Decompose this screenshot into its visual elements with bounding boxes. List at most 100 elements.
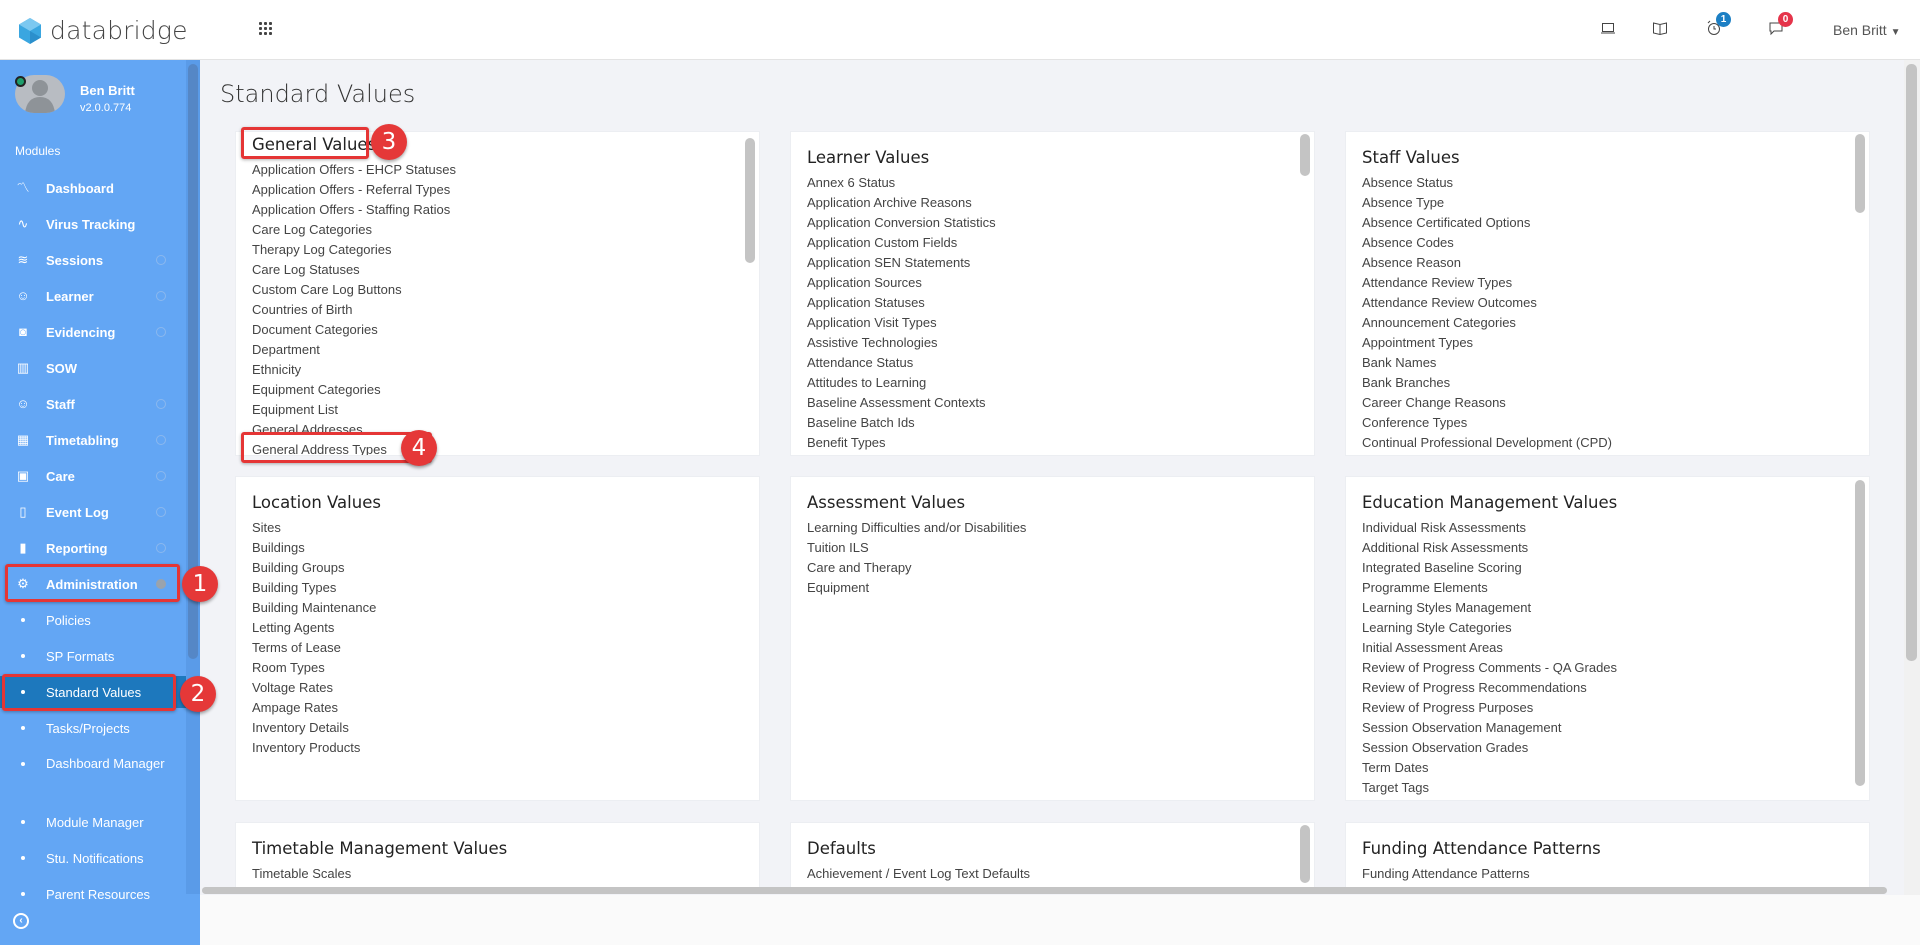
list-item[interactable]: Programme Elements — [1362, 578, 1869, 598]
list-item[interactable]: Review of Progress Purposes — [1362, 698, 1869, 718]
list-item[interactable]: Absence Certificated Options — [1362, 213, 1869, 233]
list-item[interactable]: Bank Names — [1362, 353, 1869, 373]
list-item[interactable]: Application Sources — [807, 273, 1314, 293]
list-item[interactable]: Review of Progress Comments - QA Grades — [1362, 658, 1869, 678]
sidebar-item-reporting[interactable]: ▮ Reporting — [0, 532, 186, 564]
list-item[interactable]: Voltage Rates — [252, 678, 759, 698]
list-item[interactable]: Inventory Details — [252, 718, 759, 738]
list-item[interactable]: Achievement / Event Log Text Defaults — [807, 864, 1314, 884]
list-item[interactable]: Initial Assessment Areas — [1362, 638, 1869, 658]
list-item[interactable]: Custom Care Log Buttons — [252, 280, 759, 300]
list-item[interactable]: Building Maintenance — [252, 598, 759, 618]
sidebar-item-evidencing[interactable]: ◙ Evidencing — [0, 316, 186, 348]
list-item[interactable]: Application Conversion Statistics — [807, 213, 1314, 233]
logo[interactable]: databridge — [18, 16, 188, 45]
list-item[interactable]: Absence Status — [1362, 173, 1869, 193]
list-item[interactable]: Additional Risk Assessments — [1362, 538, 1869, 558]
card-scrollbar[interactable] — [1855, 480, 1865, 786]
card-scrollbar[interactable] — [1300, 825, 1310, 883]
sidebar-subitem-tasks-projects[interactable]: Tasks/Projects — [0, 712, 186, 744]
card-scrollbar[interactable] — [1300, 134, 1310, 176]
list-item[interactable]: Building Groups — [252, 558, 759, 578]
list-item[interactable]: Document Categories — [252, 320, 759, 340]
list-item[interactable]: Buildings — [252, 538, 759, 558]
list-item[interactable]: Session Observation Grades — [1362, 738, 1869, 758]
list-item[interactable]: Announcement Categories — [1362, 313, 1869, 333]
list-item[interactable]: Integrated Baseline Scoring — [1362, 558, 1869, 578]
sidebar-item-sow[interactable]: ▥ SOW — [0, 352, 186, 384]
list-item[interactable]: Learning Difficulties and/or Disabilitie… — [807, 518, 1314, 538]
sidebar-item-care[interactable]: ▣ Care — [0, 460, 186, 492]
card-scrollbar[interactable] — [1855, 134, 1865, 213]
list-item[interactable]: Equipment — [807, 578, 1314, 598]
user-menu[interactable]: Ben Britt ▼ — [1833, 22, 1901, 38]
list-item[interactable]: Application Archive Reasons — [807, 193, 1314, 213]
list-item[interactable]: Learning Style Categories — [1362, 618, 1869, 638]
sidebar-subitem-stu-notifications[interactable]: Stu. Notifications — [0, 842, 186, 874]
list-item[interactable]: Department — [252, 340, 759, 360]
list-item[interactable]: Individual Risk Assessments — [1362, 518, 1869, 538]
list-item[interactable]: Care Log Categories — [252, 220, 759, 240]
collapse-sidebar-icon[interactable]: ‹ — [13, 913, 29, 929]
list-item[interactable]: Attitudes to Learning — [807, 373, 1314, 393]
list-item[interactable]: Therapy Log Categories — [252, 240, 759, 260]
list-item[interactable]: Ethnicity — [252, 360, 759, 380]
list-item[interactable]: Countries of Birth — [252, 300, 759, 320]
list-item[interactable]: Baseline Batch Ids — [807, 413, 1314, 433]
sidebar-subitem-dashboard-manager[interactable]: Dashboard Manager — [0, 748, 186, 800]
list-item[interactable]: Terms of Lease — [252, 638, 759, 658]
list-item[interactable]: Funding Attendance Patterns — [1362, 864, 1869, 884]
list-item[interactable]: Continual Professional Development (CPD) — [1362, 433, 1869, 453]
laptop-icon[interactable] — [1600, 20, 1620, 40]
list-item[interactable]: Baseline Assessment Contexts — [807, 393, 1314, 413]
list-item[interactable]: Application Visit Types — [807, 313, 1314, 333]
list-item[interactable]: Attendance Status — [807, 353, 1314, 373]
list-item[interactable]: Application SEN Statements — [807, 253, 1314, 273]
list-item[interactable]: Application Offers - Referral Types — [252, 180, 759, 200]
horizontal-scrollbar[interactable] — [202, 887, 1887, 894]
list-item[interactable]: Equipment Categories — [252, 380, 759, 400]
list-item[interactable]: Benefit Types — [807, 433, 1314, 453]
sidebar-item-timetabling[interactable]: ▦ Timetabling — [0, 424, 186, 456]
sidebar-subitem-module-manager[interactable]: Module Manager — [0, 806, 186, 838]
sidebar-item-event-log[interactable]: ▯ Event Log — [0, 496, 186, 528]
sidebar-item-learner[interactable]: ☺ Learner — [0, 280, 186, 312]
card-scrollbar[interactable] — [745, 138, 755, 263]
sidebar-item-staff[interactable]: ☺ Staff — [0, 388, 186, 420]
list-item[interactable]: Equipment List — [252, 400, 759, 420]
list-item[interactable]: Term Dates — [1362, 758, 1869, 778]
list-item[interactable]: Appointment Types — [1362, 333, 1869, 353]
sidebar-subitem-policies[interactable]: Policies — [0, 604, 186, 636]
list-item[interactable]: Annex 6 Status — [807, 173, 1314, 193]
list-item[interactable]: Absence Reason — [1362, 253, 1869, 273]
list-item[interactable]: Room Types — [252, 658, 759, 678]
sidebar-subitem-parent-resources[interactable]: Parent Resources — [0, 878, 186, 910]
apps-grid-icon[interactable] — [259, 22, 273, 36]
list-item[interactable]: Conference Types — [1362, 413, 1869, 433]
list-item[interactable]: Building Types — [252, 578, 759, 598]
list-item[interactable]: Ampage Rates — [252, 698, 759, 718]
list-item[interactable]: Assistive Technologies — [807, 333, 1314, 353]
book-icon[interactable] — [1652, 20, 1672, 40]
list-item[interactable]: Care Log Statuses — [252, 260, 759, 280]
list-item[interactable]: Application Custom Fields — [807, 233, 1314, 253]
list-item[interactable]: Review of Progress Recommendations — [1362, 678, 1869, 698]
list-item[interactable]: Sites — [252, 518, 759, 538]
sidebar-item-virus-tracking[interactable]: ∿ Virus Tracking — [0, 208, 186, 240]
list-item[interactable]: Learning Styles Management — [1362, 598, 1869, 618]
list-item[interactable]: Letting Agents — [252, 618, 759, 638]
list-item[interactable]: Attendance Review Outcomes — [1362, 293, 1869, 313]
sidebar-subitem-sp-formats[interactable]: SP Formats — [0, 640, 186, 672]
list-item[interactable]: Absence Codes — [1362, 233, 1869, 253]
list-item[interactable]: Session Observation Management — [1362, 718, 1869, 738]
chat-icon[interactable]: 0 — [1768, 12, 1793, 40]
list-item[interactable]: Target Tags — [1362, 778, 1869, 798]
list-item[interactable]: Inventory Products — [252, 738, 759, 758]
list-item[interactable]: Attendance Review Types — [1362, 273, 1869, 293]
list-item[interactable]: Care and Therapy — [807, 558, 1314, 578]
list-item[interactable]: Application Offers - Staffing Ratios — [252, 200, 759, 220]
sidebar-item-dashboard[interactable]: 〽 Dashboard — [0, 172, 186, 204]
list-item[interactable]: Bank Branches — [1362, 373, 1869, 393]
list-item[interactable]: Tuition ILS — [807, 538, 1314, 558]
list-item[interactable]: Absence Type — [1362, 193, 1869, 213]
